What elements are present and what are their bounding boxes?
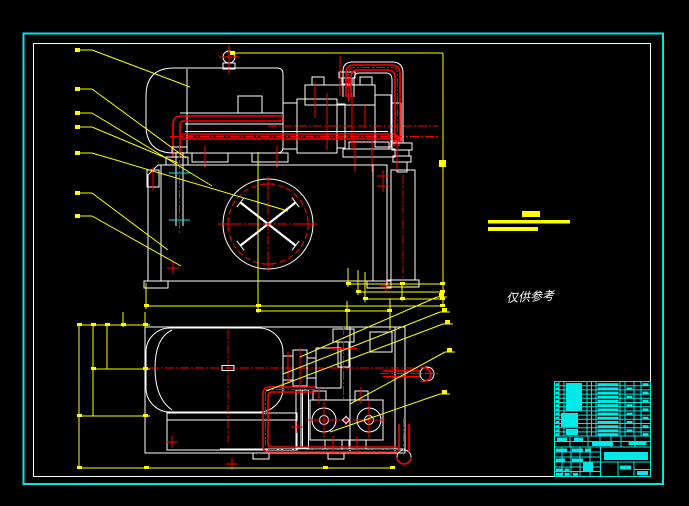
front-view (143, 45, 438, 292)
motor-front (145, 67, 289, 168)
eyebolt (219, 45, 239, 74)
leader (75, 87, 187, 159)
filter-column (386, 138, 420, 288)
inner-border (33, 43, 651, 477)
leader (75, 48, 191, 88)
leader (75, 214, 182, 267)
highlight-bars (488, 211, 570, 231)
leader (299, 293, 447, 358)
pipe-flange (165, 156, 189, 166)
plan-bolt-marks (166, 421, 303, 470)
manhole-cover (218, 176, 318, 272)
tank-plan (144, 326, 406, 460)
leader (75, 125, 179, 164)
oil-level-gauge (169, 145, 190, 235)
title-block (554, 381, 651, 477)
leader (75, 191, 169, 251)
manifold-plan (308, 387, 385, 453)
drawing-title-block-text (604, 452, 648, 460)
motor-foot (191, 152, 229, 163)
tank-foot (143, 280, 169, 289)
motor-foot (251, 152, 289, 163)
leader (329, 390, 450, 433)
reference-note: 仅供参考 (506, 289, 557, 306)
leader (282, 308, 450, 375)
terminal-box (237, 95, 263, 114)
pump-front (268, 56, 438, 172)
plan-view (144, 326, 438, 470)
dimension-marker (439, 160, 446, 167)
base-plate (166, 412, 298, 451)
cad-drawing-sheet: 仅供参考 (0, 0, 689, 506)
